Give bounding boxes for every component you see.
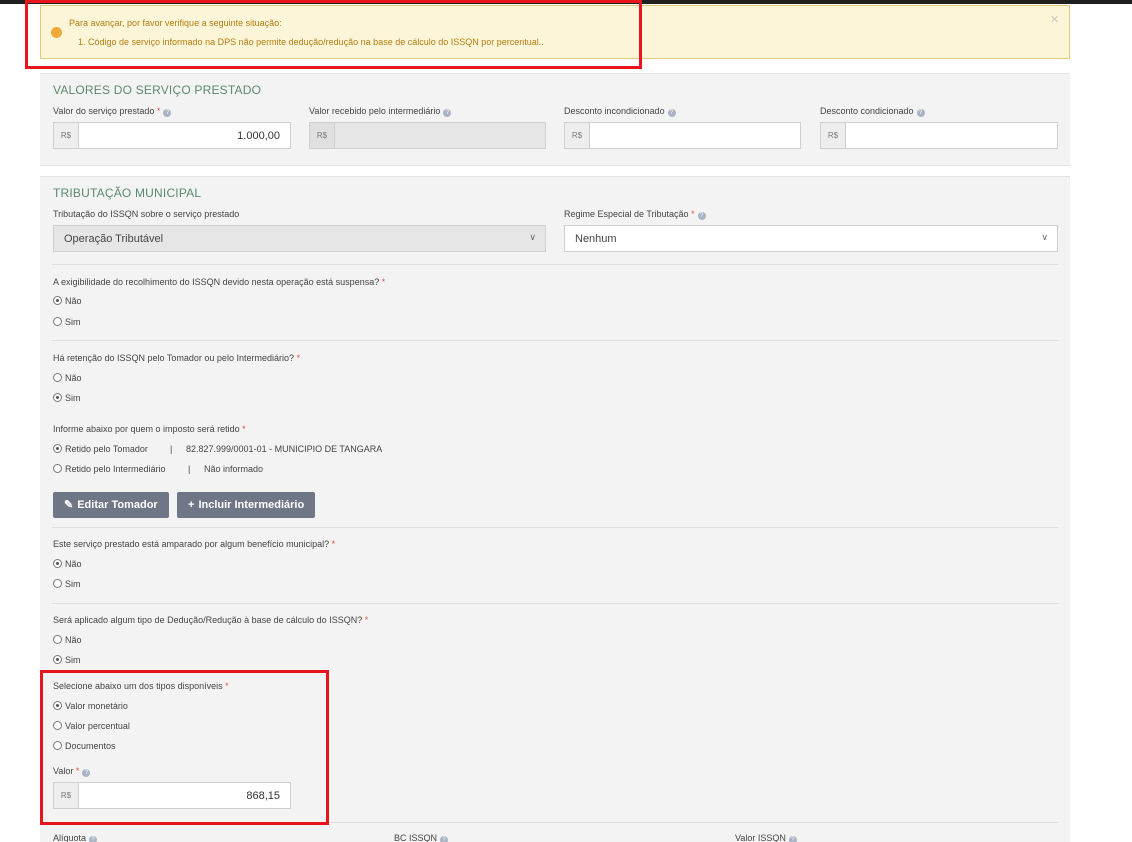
question-retido: Informe abaixo por quem o imposto será r… (53, 424, 246, 434)
radio-beneficio-nao[interactable]: Não (53, 559, 82, 569)
highlight-box-deducao (40, 670, 329, 825)
help-icon[interactable]: ? (697, 212, 706, 220)
separator: | (188, 464, 191, 474)
chevron-down-icon: ∨ (529, 232, 536, 242)
question-exigibilidade: A exigibilidade do recolhimento do ISSQN… (53, 277, 386, 287)
chevron-down-icon: ∨ (1041, 232, 1048, 242)
radio-retencao-sim[interactable]: Sim (53, 393, 81, 403)
radio-exigibilidade-sim[interactable]: Sim (53, 317, 81, 327)
divider (52, 340, 1058, 341)
help-icon[interactable]: ? (788, 836, 797, 842)
currency-prefix: R$ (565, 123, 590, 148)
question-retencao: Há retenção do ISSQN pelo Tomador ou pel… (53, 353, 301, 363)
valor-servico-field[interactable]: R$ 1.000,00 (53, 122, 291, 149)
currency-prefix: R$ (310, 123, 335, 148)
pencil-icon: ✎ (64, 499, 74, 511)
label-desconto-condicionado: Desconto condicionado? (820, 106, 925, 117)
intermediario-detail: Não informado (204, 464, 264, 474)
divider (40, 73, 1070, 74)
tributacao-value: Operação Tributável (64, 233, 164, 245)
radio-beneficio-sim[interactable]: Sim (53, 579, 81, 589)
tributacao-select: Operação Tributável ∨ (53, 225, 546, 252)
help-icon[interactable]: ? (667, 109, 676, 117)
divider (52, 603, 1058, 604)
separator: | (170, 444, 173, 454)
label-desconto-incondicionado: Desconto incondicionado? (564, 106, 676, 117)
desconto-incondicionado-field[interactable]: R$ (564, 122, 801, 149)
radio-retencao-nao[interactable]: Não (53, 373, 82, 383)
plus-icon: + (188, 499, 195, 511)
include-intermediario-button[interactable]: + Incluir Intermediário (177, 492, 316, 518)
help-icon[interactable]: ? (163, 109, 172, 117)
radio-retido-tomador[interactable]: Retido pelo Tomador (53, 444, 148, 454)
label-valor-servico: Valor do serviço prestado *? (53, 106, 172, 117)
label-valor-issqn: Valor ISSQN? (735, 833, 797, 842)
close-icon[interactable]: × (1050, 12, 1059, 27)
tomador-detail: 82.827.999/0001-01 - MUNICIPIO DE TANGAR… (186, 444, 383, 454)
question-deducao: Será aplicado algum tipo de Dedução/Redu… (53, 615, 369, 625)
question-beneficio: Este serviço prestado está amparado por … (53, 539, 336, 549)
section-title-tributacao: TRIBUTAÇÃO MUNICIPAL (53, 186, 202, 200)
radio-deducao-sim[interactable]: Sim (53, 655, 81, 665)
edit-tomador-button[interactable]: ✎ Editar Tomador (53, 492, 169, 518)
label-valor-intermediario: Valor recebido pelo intermediário? (309, 106, 452, 117)
section-title-valores: VALORES DO SERVIÇO PRESTADO (53, 83, 262, 97)
label-tributacao-issqn: Tributação do ISSQN sobre o serviço pres… (53, 209, 240, 219)
desconto-condicionado-field[interactable]: R$ (820, 122, 1058, 149)
help-icon[interactable]: ? (440, 836, 449, 842)
help-icon[interactable]: ? (916, 109, 925, 117)
valor-servico-value: 1.000,00 (237, 130, 280, 142)
radio-retido-intermediario[interactable]: Retido pelo Intermediário (53, 464, 166, 474)
regime-select[interactable]: Nenhum ∨ (564, 225, 1058, 252)
label-bc-issqn: BC ISSQN? (394, 833, 449, 842)
regime-value: Nenhum (575, 233, 617, 245)
label-aliquota: Alíquota? (53, 833, 98, 842)
valor-intermediario-field: R$ (309, 122, 546, 149)
radio-exigibilidade-nao[interactable]: Não (53, 296, 82, 306)
radio-deducao-nao[interactable]: Não (53, 635, 82, 645)
help-icon[interactable]: ? (89, 836, 98, 842)
divider (40, 165, 1070, 166)
currency-prefix: R$ (54, 123, 79, 148)
currency-prefix: R$ (821, 123, 846, 148)
help-icon[interactable]: ? (443, 109, 452, 117)
label-regime-especial: Regime Especial de Tributação *? (564, 209, 706, 220)
divider (40, 176, 1070, 177)
divider (52, 527, 1058, 528)
divider (52, 264, 1058, 265)
highlight-box-alert (25, 0, 642, 69)
